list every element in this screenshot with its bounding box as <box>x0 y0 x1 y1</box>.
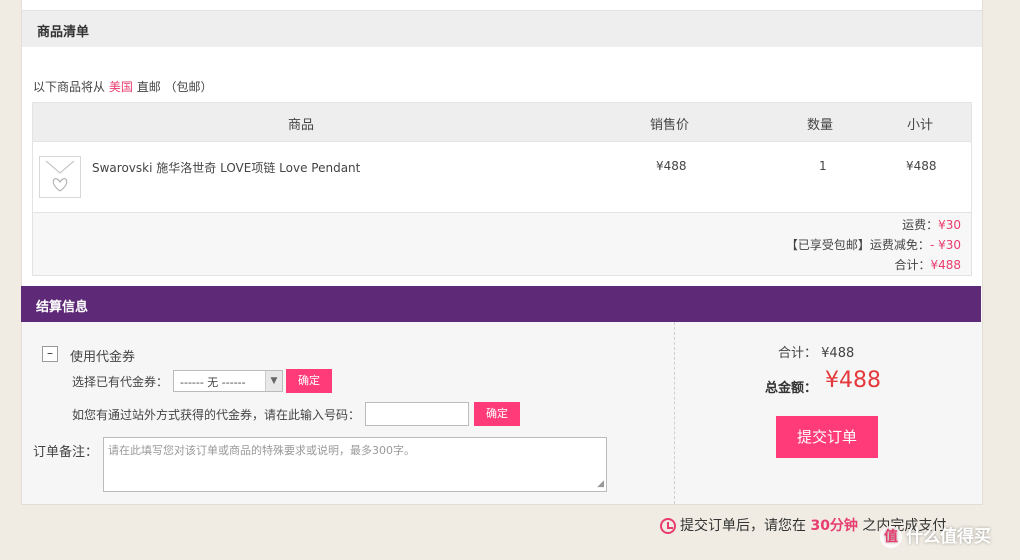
product-thumbnail[interactable] <box>39 156 81 198</box>
shipping-fee-label: 运费： <box>902 218 939 232</box>
product-qty: 1 <box>819 159 827 173</box>
clock-icon <box>660 518 676 534</box>
header-qty: 数量 <box>807 118 834 133</box>
confirm-coupon-button[interactable]: 确定 <box>286 369 332 393</box>
existing-coupon-label: 选择已有代金券： <box>72 375 169 389</box>
checkout-body: – 使用代金券 选择已有代金券： ------ 无 ------ ▼ 确定 如您… <box>21 322 983 505</box>
goods-total-label: 合计： <box>894 258 931 272</box>
checkout-sum-label: 合计： <box>778 346 818 361</box>
ship-prefix: 以下商品将从 <box>33 80 106 94</box>
watermark-logo-icon: 值 <box>880 526 902 548</box>
goods-total-value: ¥488 <box>930 258 961 272</box>
shipping-discount-value: - ¥30 <box>929 238 961 252</box>
goods-total-line: 合计：¥488 <box>894 256 961 273</box>
goods-table: 商品 销售价 数量 小计 Swarovski 施华洛世奇 LOVE项链 Love… <box>32 102 972 276</box>
table-row: Swarovski 施华洛世奇 LOVE项链 Love Pendant ¥488… <box>33 142 971 213</box>
checkout-title: 结算信息 <box>36 300 89 315</box>
watermark-text: 什么值得买 <box>906 527 991 547</box>
checkout-sum-line: 合计： ¥488 <box>778 342 854 361</box>
confirm-code-button[interactable]: 确定 <box>474 402 520 426</box>
ship-tag: （包邮） <box>164 80 213 94</box>
existing-coupon-select[interactable]: ------ 无 ------ ▼ <box>173 370 283 392</box>
product-price: ¥488 <box>656 159 687 173</box>
shipping-fee-value: ¥30 <box>938 218 961 232</box>
site-watermark: 值什么值得买 <box>880 522 1015 556</box>
order-remark-textarea[interactable]: 请在此填写您对该订单或商品的特殊要求或说明，最多300字。 ◢ <box>103 437 607 492</box>
order-remark-placeholder: 请在此填写您对该订单或商品的特殊要求或说明，最多300字。 <box>108 444 415 457</box>
grand-total-value: ¥488 <box>825 368 881 393</box>
coupon-code-input[interactable] <box>365 402 469 426</box>
shipping-discount-line: 【已享受包邮】运费减免：- ¥30 <box>786 236 961 253</box>
goods-section-header: 商品清单 <box>22 10 982 47</box>
note-highlight: 30分钟 <box>810 518 858 534</box>
shipping-discount-label: 【已享受包邮】运费减免： <box>785 238 930 252</box>
existing-coupon-value: ------ 无 ------ <box>180 376 246 389</box>
submit-order-button[interactable]: 提交订单 <box>776 416 878 458</box>
resize-grip-icon[interactable]: ◢ <box>597 479 604 489</box>
grand-total-label: 总金额： <box>765 381 818 396</box>
checkout-divider <box>674 322 675 504</box>
checkout-header: 结算信息 <box>21 286 981 322</box>
product-name-link[interactable]: Swarovski 施华洛世奇 LOVE项链 Love Pendant <box>92 159 360 176</box>
header-subtotal: 小计 <box>907 118 934 133</box>
ship-country: 美国 <box>108 80 133 94</box>
coupon-code-label: 如您有通过站外方式获得的代金券，请在此输入号码： <box>72 408 361 422</box>
coupon-collapse-toggle[interactable]: – <box>42 346 58 362</box>
checkout-sum-value: ¥488 <box>821 346 855 361</box>
table-header: 商品 销售价 数量 小计 <box>33 103 971 142</box>
header-price: 销售价 <box>650 118 690 133</box>
product-subtotal: ¥488 <box>906 159 937 173</box>
note-prefix: 提交订单后，请您在 <box>680 518 806 534</box>
heart-pendant-icon <box>45 160 75 192</box>
chevron-down-icon: ▼ <box>265 371 282 391</box>
order-remark-label: 订单备注： <box>33 445 99 460</box>
coupon-title: 使用代金券 <box>70 350 136 365</box>
goods-section-title: 商品清单 <box>37 25 90 40</box>
shipping-fee-line: 运费：¥30 <box>902 216 961 233</box>
ship-mode: 直邮 <box>136 80 161 94</box>
shipping-origin-note: 以下商品将从 美国 直邮 （包邮） <box>33 78 213 95</box>
header-product: 商品 <box>288 118 315 133</box>
